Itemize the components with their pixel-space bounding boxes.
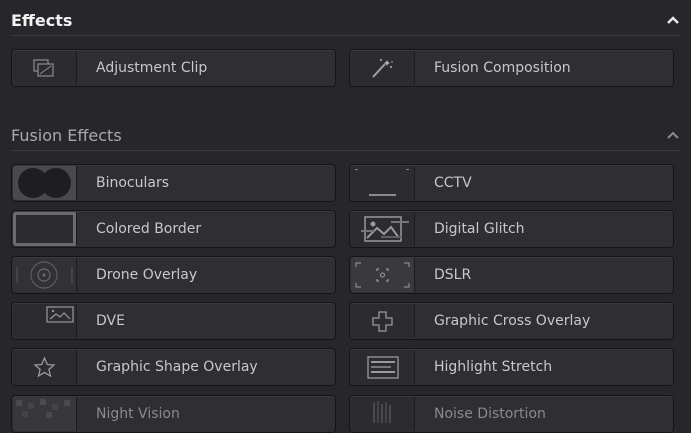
binoculars-icon bbox=[13, 166, 77, 200]
section-divider bbox=[11, 150, 680, 151]
adjustment-clip-icon bbox=[13, 51, 77, 85]
dve-icon bbox=[13, 304, 77, 338]
dslr-icon bbox=[351, 258, 415, 292]
effect-label: CCTV bbox=[434, 175, 472, 191]
effect-label: Fusion Composition bbox=[434, 60, 571, 76]
effect-label: Graphic Cross Overlay bbox=[434, 313, 591, 329]
effect-tile-fusion-composition[interactable]: Fusion Composition bbox=[349, 49, 674, 87]
magic-wand-icon bbox=[351, 51, 415, 85]
section-title: Fusion Effects bbox=[11, 126, 122, 145]
colored-border-icon bbox=[13, 212, 77, 246]
effect-label: Noise Distortion bbox=[434, 406, 546, 422]
effect-tile-colored-border[interactable]: Colored Border bbox=[11, 210, 336, 248]
section-divider bbox=[11, 35, 680, 36]
effect-tile-graphic-cross-overlay[interactable]: Graphic Cross Overlay bbox=[349, 302, 674, 340]
cross-icon bbox=[351, 304, 415, 338]
effect-tile-drone-overlay[interactable]: Drone Overlay bbox=[11, 256, 336, 294]
effect-label: Graphic Shape Overlay bbox=[96, 359, 258, 375]
effect-label: Drone Overlay bbox=[96, 267, 198, 283]
effect-tile-binoculars[interactable]: Binoculars bbox=[11, 164, 336, 202]
effect-tile-cctv[interactable]: CCTV bbox=[349, 164, 674, 202]
fusion-effects-section-header[interactable]: Fusion Effects bbox=[0, 121, 691, 151]
effect-label: Adjustment Clip bbox=[96, 60, 208, 76]
cctv-icon bbox=[351, 166, 415, 200]
effect-label: DSLR bbox=[434, 267, 472, 283]
effect-tile-dve[interactable]: DVE bbox=[11, 302, 336, 340]
chevron-up-icon[interactable] bbox=[667, 15, 679, 25]
effect-label: Night Vision bbox=[96, 406, 180, 422]
effect-tile-graphic-shape-overlay[interactable]: Graphic Shape Overlay bbox=[11, 348, 336, 386]
drone-overlay-icon bbox=[13, 258, 77, 292]
effects-section-header[interactable]: Effects bbox=[0, 6, 691, 36]
effect-tile-dslr[interactable]: DSLR bbox=[349, 256, 674, 294]
effect-label: DVE bbox=[96, 313, 125, 329]
effect-tile-adjustment-clip[interactable]: Adjustment Clip bbox=[11, 49, 336, 87]
effect-label: Highlight Stretch bbox=[434, 359, 553, 375]
effect-tile-highlight-stretch[interactable]: Highlight Stretch bbox=[349, 348, 674, 386]
digital-glitch-icon bbox=[351, 212, 415, 246]
effect-tile-night-vision[interactable]: Night Vision bbox=[11, 395, 336, 433]
effect-label: Colored Border bbox=[96, 221, 202, 237]
effect-tile-noise-distortion[interactable]: Noise Distortion bbox=[349, 395, 674, 433]
effect-label: Binoculars bbox=[96, 175, 170, 191]
highlight-stretch-icon bbox=[351, 350, 415, 384]
night-vision-icon bbox=[13, 397, 77, 431]
chevron-up-icon[interactable] bbox=[667, 130, 679, 140]
effect-label: Digital Glitch bbox=[434, 221, 525, 237]
section-title: Effects bbox=[11, 11, 73, 30]
noise-distortion-icon bbox=[351, 397, 415, 431]
effect-tile-digital-glitch[interactable]: Digital Glitch bbox=[349, 210, 674, 248]
star-icon bbox=[13, 350, 77, 384]
